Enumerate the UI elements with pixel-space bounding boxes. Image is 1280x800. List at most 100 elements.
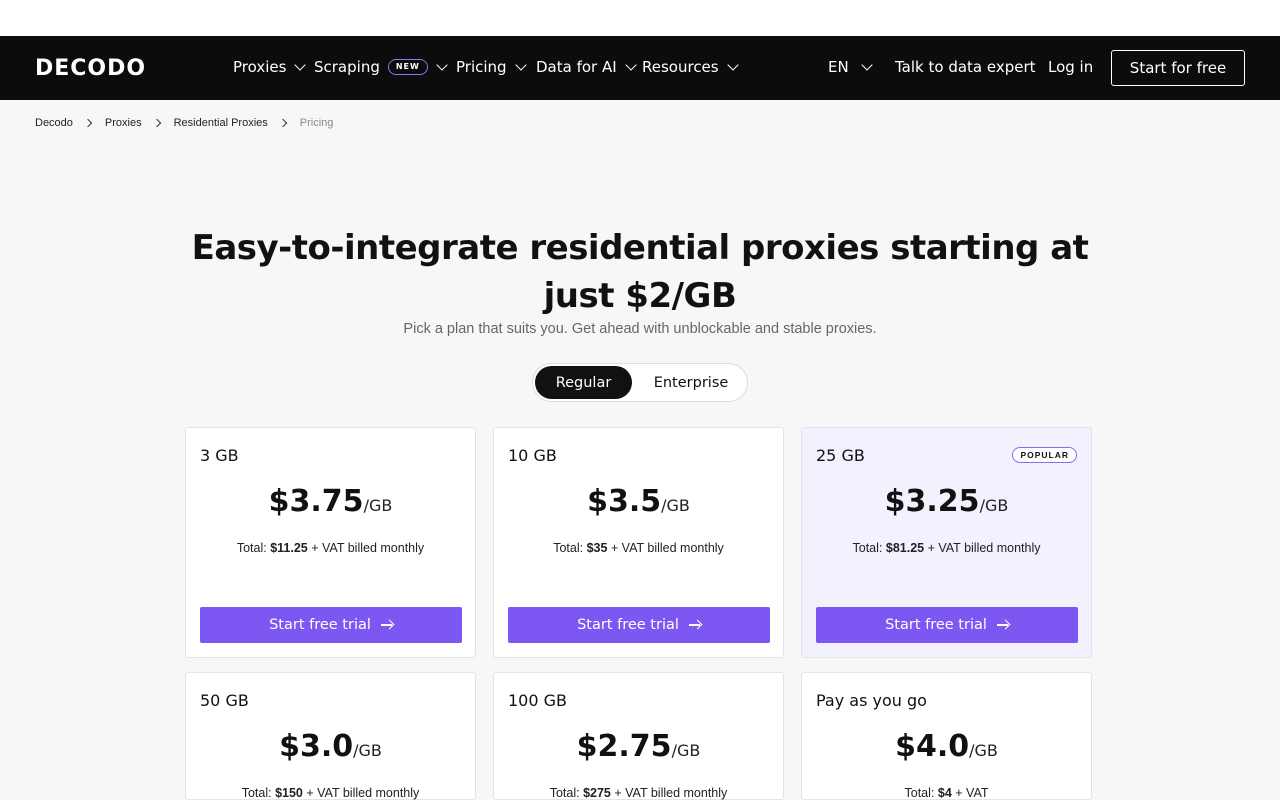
nav-proxies-label: Proxies [233, 58, 287, 76]
nav-scraping-label: Scraping [314, 58, 380, 76]
price-amount: $3.0 [279, 729, 354, 764]
plan-price: $4.0/GB [802, 729, 1091, 764]
chevron-down-icon [625, 58, 637, 71]
plan-size: Pay as you go [816, 691, 927, 710]
plan-type-toggle: Regular Enterprise [532, 363, 748, 402]
new-badge: NEW [387, 59, 428, 75]
nav-data-for-ai[interactable]: Data for AI [536, 56, 637, 78]
arrow-right-icon [996, 620, 1009, 630]
plan-total: Total: $81.25 + VAT billed monthly [802, 541, 1091, 555]
total-prefix: Total: [236, 541, 267, 555]
price-amount: $3.5 [587, 484, 662, 519]
popular-badge: POPULAR [1012, 447, 1077, 463]
total-prefix: Total: [241, 786, 272, 800]
breadcrumb: Decodo Proxies Residential Proxies Prici… [35, 116, 333, 130]
start-free-trial-button[interactable]: Start free trial [200, 607, 462, 643]
plan-total: Total: $150 + VAT billed monthly [186, 786, 475, 800]
plan-total: Total: $4 + VAT [802, 786, 1091, 800]
plan-total: Total: $11.25 + VAT billed monthly [186, 541, 475, 555]
breadcrumb-proxies[interactable]: Proxies [105, 117, 142, 129]
nav-proxies[interactable]: Proxies [233, 56, 307, 78]
plan-card-50gb: 50 GB $3.0/GB Total: $150 + VAT billed m… [185, 672, 476, 800]
price-amount: $3.75 [268, 484, 364, 519]
total-amount: $4 [937, 786, 952, 800]
total-suffix: + VAT billed monthly [306, 786, 420, 800]
plan-price: $2.75/GB [494, 729, 783, 764]
page-title: Easy-to-integrate residential proxies st… [191, 228, 1089, 316]
price-unit: /GB [661, 496, 690, 515]
total-suffix: + VAT billed monthly [614, 786, 728, 800]
toggle-regular[interactable]: Regular [535, 366, 632, 399]
chevron-down-icon [726, 58, 739, 71]
plan-price: $3.5/GB [494, 484, 783, 519]
total-amount: $11.25 [270, 541, 308, 555]
total-prefix: Total: [553, 541, 584, 555]
top-navbar: DECODO Proxies Scraping NEW Pricing Data… [0, 36, 1280, 100]
plan-size: 25 GB [816, 446, 865, 465]
breadcrumb-residential-proxies[interactable]: Residential Proxies [174, 117, 268, 129]
total-suffix: + VAT billed monthly [610, 541, 724, 555]
total-suffix: + VAT billed monthly [311, 541, 425, 555]
top-strip [0, 0, 1280, 36]
cta-label: Start free trial [577, 617, 679, 633]
plan-size: 10 GB [508, 446, 557, 465]
login-link[interactable]: Log in [1048, 56, 1093, 78]
plan-card-100gb: 100 GB $2.75/GB Total: $275 + VAT billed… [493, 672, 784, 800]
plan-size: 50 GB [200, 691, 249, 710]
price-unit: /GB [969, 741, 998, 760]
nav-scraping[interactable]: Scraping NEW [314, 56, 448, 78]
price-amount: $4.0 [895, 729, 970, 764]
start-free-trial-button[interactable]: Start free trial [816, 607, 1078, 643]
nav-pricing-label: Pricing [456, 58, 507, 76]
chevron-down-icon [436, 58, 448, 71]
cta-label: Start free trial [885, 617, 987, 633]
total-prefix: Total: [852, 541, 883, 555]
breadcrumb-pricing: Pricing [299, 117, 334, 129]
total-amount: $275 [583, 786, 611, 800]
chevron-right-icon [152, 118, 161, 128]
language-selector[interactable]: EN [828, 56, 873, 78]
total-amount: $81.25 [885, 541, 925, 555]
nav-pricing[interactable]: Pricing [456, 56, 527, 78]
chevron-right-icon [83, 118, 93, 128]
total-amount: $150 [275, 786, 303, 800]
plan-card-pay-as-you-go: Pay as you go $4.0/GB Total: $4 + VAT [801, 672, 1092, 800]
price-unit: /GB [671, 741, 701, 760]
price-amount: $2.75 [576, 729, 672, 764]
plan-price: $3.25/GB [802, 484, 1091, 519]
price-unit: /GB [979, 496, 1009, 515]
decodo-logo[interactable]: DECODO [35, 56, 146, 81]
page-subtitle: Pick a plan that suits you. Get ahead wi… [403, 321, 877, 337]
start-for-free-button[interactable]: Start for free [1111, 50, 1245, 86]
arrow-right-icon [380, 620, 393, 630]
plan-card-25gb: 25 GB POPULAR $3.25/GB Total: $81.25 + V… [801, 427, 1092, 658]
price-unit: /GB [363, 496, 393, 515]
cta-label: Start free trial [269, 617, 371, 633]
total-prefix: Total: [904, 786, 935, 800]
plan-card-3gb: 3 GB $3.75/GB Total: $11.25 + VAT billed… [185, 427, 476, 658]
toggle-enterprise[interactable]: Enterprise [637, 366, 745, 399]
price-amount: $3.25 [884, 484, 980, 519]
language-label: EN [828, 58, 849, 76]
nav-resources-label: Resources [642, 58, 719, 76]
plan-total: Total: $275 + VAT billed monthly [494, 786, 783, 800]
total-amount: $35 [586, 541, 608, 555]
total-suffix: + VAT billed monthly [927, 541, 1041, 555]
total-prefix: Total: [549, 786, 580, 800]
arrow-right-icon [688, 620, 701, 630]
price-unit: /GB [353, 741, 382, 760]
plan-size: 3 GB [200, 446, 239, 465]
chevron-down-icon [514, 58, 527, 71]
plan-total: Total: $35 + VAT billed monthly [494, 541, 783, 555]
talk-to-expert-link[interactable]: Talk to data expert [895, 56, 1036, 78]
plan-price: $3.75/GB [186, 484, 475, 519]
start-free-trial-button[interactable]: Start free trial [508, 607, 770, 643]
chevron-down-icon [861, 58, 873, 71]
chevron-right-icon [278, 118, 288, 128]
breadcrumb-decodo[interactable]: Decodo [35, 117, 73, 129]
plan-card-10gb: 10 GB $3.5/GB Total: $35 + VAT billed mo… [493, 427, 784, 658]
total-suffix: + VAT [955, 786, 989, 800]
chevron-down-icon [294, 58, 307, 71]
plan-price: $3.0/GB [186, 729, 475, 764]
nav-resources[interactable]: Resources [642, 56, 739, 78]
